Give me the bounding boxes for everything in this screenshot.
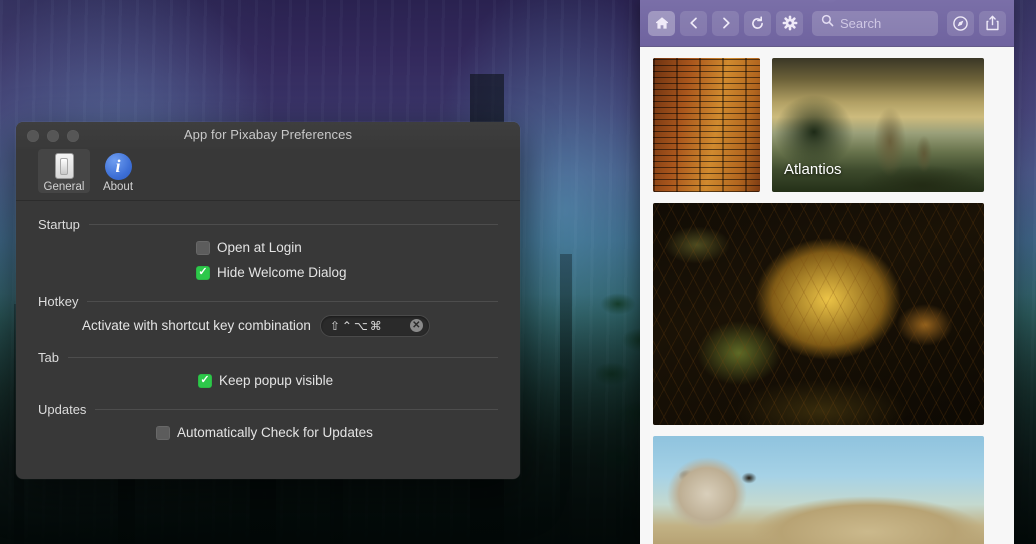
section-divider <box>67 357 498 358</box>
preferences-content: Startup Open at Login Hide Welcome Dialo… <box>16 201 520 479</box>
tab-general-label: General <box>43 181 85 193</box>
section-divider <box>87 301 498 302</box>
share-icon <box>985 15 1000 31</box>
toggle-switch-icon <box>48 150 80 182</box>
gear-icon <box>782 15 798 31</box>
hotkey-label: Activate with shortcut key combination <box>82 318 311 333</box>
search-input[interactable]: Search <box>812 10 938 36</box>
reload-button[interactable] <box>744 10 771 36</box>
gallery-row <box>653 203 1001 425</box>
thumbnail-caption: Atlantios <box>784 161 842 178</box>
section-title: Startup <box>38 217 80 232</box>
checkbox-keep-popup-visible[interactable] <box>198 373 212 388</box>
section-title: Hotkey <box>38 294 79 309</box>
thumbnail-image <box>653 203 984 425</box>
checkbox-keep-popup-visible-label: Keep popup visible <box>219 373 334 388</box>
window-titlebar: App for Pixabay Preferences <box>16 122 520 149</box>
row-hotkey: Activate with shortcut key combination ⇧… <box>38 313 498 338</box>
row-hide-welcome-dialog: Hide Welcome Dialog <box>38 260 498 285</box>
preferences-window: App for Pixabay Preferences General i Ab… <box>16 122 520 479</box>
preferences-toolbar: General i About <box>16 149 520 201</box>
checkbox-auto-check-updates-label: Automatically Check for Updates <box>177 425 373 440</box>
row-auto-check-updates: Automatically Check for Updates <box>38 420 498 445</box>
gallery-row: Atlantios <box>653 58 1001 192</box>
autumn-leaf-thumbnail[interactable] <box>653 203 984 425</box>
image-gallery: Atlantios <box>640 47 1014 544</box>
settings-button[interactable] <box>776 10 803 36</box>
window-title: App for Pixabay Preferences <box>183 127 353 142</box>
checkbox-open-at-login[interactable] <box>196 240 210 255</box>
atlantios-thumbnail[interactable]: Atlantios <box>772 58 984 192</box>
search-placeholder: Search <box>840 15 882 31</box>
row-keep-popup-visible: Keep popup visible <box>38 368 498 393</box>
pixabay-browser-panel: Search Atlantios <box>640 0 1014 544</box>
info-circle-icon: i <box>102 150 134 182</box>
section-header-updates: Updates <box>38 402 498 417</box>
checkbox-hide-welcome-dialog-label: Hide Welcome Dialog <box>217 265 347 280</box>
thumbnail-image <box>653 436 984 544</box>
row-open-at-login: Open at Login <box>38 235 498 260</box>
forward-chevron-icon <box>719 16 733 30</box>
gallery-row <box>653 436 1001 544</box>
tab-general[interactable]: General <box>38 149 90 193</box>
panel-toolbar: Search <box>640 0 1014 47</box>
section-title: Tab <box>38 350 59 365</box>
section-header-startup: Startup <box>38 217 498 232</box>
compass-button[interactable] <box>947 10 974 36</box>
sheep-thumbnail[interactable] <box>653 436 984 544</box>
checkbox-open-at-login-label: Open at Login <box>217 240 302 255</box>
brick-wall-thumbnail[interactable] <box>653 58 760 192</box>
section-title: Updates <box>38 402 87 417</box>
section-divider <box>95 409 498 410</box>
search-icon <box>821 14 834 32</box>
hotkey-recorder-field[interactable]: ⇧⌃⌥⌘ ✕ <box>319 314 430 337</box>
desktop-wallpaper: App for Pixabay Preferences General i Ab… <box>0 0 1036 544</box>
back-chevron-icon <box>687 16 701 30</box>
thumbnail-image <box>653 58 760 192</box>
tab-about-label: About <box>102 181 134 193</box>
share-button[interactable] <box>979 10 1006 36</box>
tab-about[interactable]: i About <box>92 149 144 193</box>
section-header-tab: Tab <box>38 350 498 365</box>
compass-icon <box>952 15 969 32</box>
hotkey-value: ⇧⌃⌥⌘ <box>329 318 384 333</box>
clear-hotkey-icon[interactable]: ✕ <box>409 319 423 332</box>
forward-button[interactable] <box>712 10 739 36</box>
home-button[interactable] <box>648 10 675 36</box>
reload-icon <box>750 15 765 31</box>
home-icon <box>654 15 670 31</box>
section-header-hotkey: Hotkey <box>38 294 498 309</box>
tree-trunk <box>560 254 572 544</box>
checkbox-auto-check-updates[interactable] <box>156 425 170 440</box>
checkbox-hide-welcome-dialog[interactable] <box>196 265 210 280</box>
back-button[interactable] <box>680 10 707 36</box>
section-divider <box>88 224 498 225</box>
